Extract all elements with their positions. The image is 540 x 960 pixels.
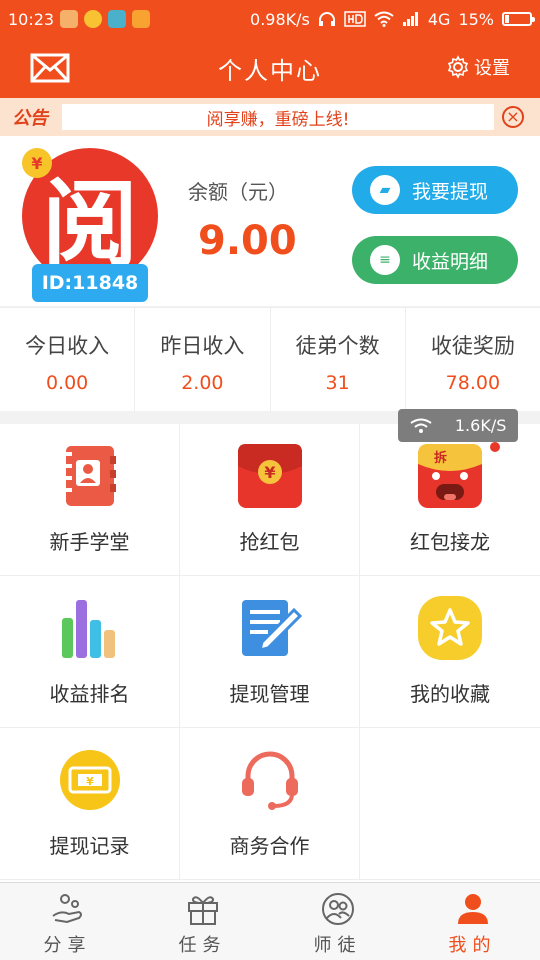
- bill-text: ¥: [86, 775, 94, 788]
- withdraw-label: 我要提现: [412, 180, 489, 203]
- cash-bill-icon: ¥: [54, 744, 126, 816]
- announcement-tag: 公告: [12, 108, 48, 129]
- people-icon: [320, 891, 356, 927]
- grid-item-withdraw-management[interactable]: 提现管理: [180, 576, 360, 728]
- app-notification-icon: [84, 10, 103, 28]
- bottom-nav: 分享 任务 师徒 我的: [0, 882, 540, 960]
- nav-item-share[interactable]: 分享: [0, 883, 135, 960]
- balance-label: 余额（元）: [188, 180, 288, 204]
- grid-item-my-favorites[interactable]: 我的收藏: [360, 576, 540, 728]
- notification-dot: [490, 442, 500, 452]
- bar-chart-icon: [54, 592, 126, 664]
- envelope-badge-text: 拆: [434, 450, 447, 466]
- envelope-coin: ¥: [264, 463, 275, 482]
- stat-value: 31: [325, 372, 350, 394]
- nav-label: 师徒: [313, 935, 362, 956]
- stat-label: 徒弟个数: [295, 334, 380, 358]
- status-bar: 10:23 0.98K/s 4G 15%: [0, 0, 540, 38]
- mail-icon: [30, 53, 70, 83]
- nav-label: 任务: [178, 935, 227, 956]
- red-envelope-face-icon: 拆: [414, 440, 486, 512]
- wifi-icon: [410, 418, 432, 433]
- withdraw-button[interactable]: ▰ 我要提现: [352, 166, 518, 214]
- grid-item-red-packet-relay[interactable]: 拆 红包接龙: [360, 424, 540, 576]
- income-detail-button[interactable]: ≡ 收益明细: [352, 236, 518, 284]
- battery-icon: [502, 12, 535, 26]
- red-envelope-icon: ¥: [234, 440, 306, 512]
- profile-card: 阅 ¥ ID:11848 余额（元） 9.00 ▰ 我要提现 ≡ 收益明细: [0, 136, 540, 306]
- feature-grid: 新手学堂 ¥ 抢红包 拆 红包接龙 收益排名 提现管理 我的收藏 ¥ 提现记录: [0, 424, 540, 882]
- notification-icon: [60, 10, 79, 28]
- headset-icon: [234, 744, 306, 816]
- gear-icon: [447, 55, 469, 79]
- speed-value: 1.6K/S: [454, 416, 507, 435]
- announcement-text: 阅享赚，重磅上线!: [206, 109, 350, 130]
- wifi-icon: [374, 11, 394, 27]
- network-speed-tooltip: 1.6K/S: [398, 409, 518, 442]
- scan-notification-icon: [108, 10, 127, 28]
- grid-item-grab-red-packet[interactable]: ¥ 抢红包: [180, 424, 360, 576]
- gift-icon: [185, 891, 221, 927]
- clock: 10:23: [8, 9, 55, 29]
- close-icon[interactable]: ×: [502, 106, 524, 128]
- stat-value: 0.00: [45, 372, 89, 394]
- header: 个人中心 设置: [0, 38, 540, 98]
- settings-button[interactable]: 设置: [446, 54, 510, 80]
- mail-button[interactable]: [30, 52, 70, 84]
- stat-value: 2.00: [181, 372, 224, 394]
- grid-item-business-cooperation[interactable]: 商务合作: [180, 728, 360, 880]
- notepad-pen-icon: [234, 592, 306, 664]
- grid-item-label: 新手学堂: [49, 530, 130, 554]
- wallet-icon: ▰: [370, 175, 400, 205]
- grid-item-label: 提现管理: [229, 682, 310, 706]
- settings-label: 设置: [474, 58, 510, 79]
- stat-label: 昨日收入: [160, 334, 245, 358]
- person-icon: [455, 891, 491, 927]
- grid-item-label: 提现记录: [49, 834, 130, 858]
- grid-item-withdraw-records[interactable]: ¥ 提现记录: [0, 728, 180, 880]
- coins-icon: ≡: [370, 245, 400, 275]
- grid-empty-cell: [360, 728, 540, 880]
- coin-icon: ¥: [22, 148, 52, 178]
- stat-value: 78.00: [445, 372, 501, 394]
- grid-item-label: 我的收藏: [410, 682, 490, 706]
- network-type: 4G: [427, 9, 451, 29]
- nav-label: 分享: [43, 935, 92, 956]
- nav-item-mine[interactable]: 我的: [405, 883, 540, 960]
- grid-item-label: 红包接龙: [410, 530, 490, 554]
- grid-item-label: 收益排名: [49, 682, 130, 706]
- grid-item-income-ranking[interactable]: 收益排名: [0, 576, 180, 728]
- stats-row: 今日收入 0.00 昨日收入 2.00 徒弟个数 31 收徒奖励 78.00: [0, 307, 540, 411]
- announcement-bar: 公告 阅享赚，重磅上线! ×: [0, 98, 540, 136]
- stat-yesterday-income[interactable]: 昨日收入 2.00: [135, 308, 271, 411]
- grid-item-label: 商务合作: [229, 834, 310, 858]
- income-detail-label: 收益明细: [412, 250, 489, 273]
- grid-item-newbie-school[interactable]: 新手学堂: [0, 424, 180, 576]
- announcement-text-box[interactable]: 阅享赚，重磅上线!: [62, 104, 494, 130]
- headphones-icon: [318, 12, 335, 26]
- stat-apprentice-reward[interactable]: 收徒奖励 78.00: [406, 308, 540, 411]
- hd-icon: [344, 11, 366, 27]
- nav-item-mentorship[interactable]: 师徒: [270, 883, 405, 960]
- share-icon: [50, 891, 86, 927]
- contact-book-icon: [54, 440, 126, 512]
- stat-label: 今日收入: [25, 334, 110, 358]
- star-icon: [414, 592, 486, 664]
- page-title: 个人中心: [218, 56, 322, 85]
- stat-apprentice-count[interactable]: 徒弟个数 31: [271, 308, 406, 411]
- game-notification-icon: [132, 10, 151, 28]
- battery-percent: 15%: [458, 9, 494, 29]
- stat-label: 收徒奖励: [430, 334, 515, 358]
- stat-today-income[interactable]: 今日收入 0.00: [0, 308, 136, 411]
- grid-item-label: 抢红包: [239, 530, 300, 554]
- balance-value: 9.00: [198, 218, 297, 264]
- network-speed: 0.98K/s: [250, 9, 310, 29]
- user-id-badge: ID:11848: [32, 264, 148, 302]
- nav-item-tasks[interactable]: 任务: [135, 883, 270, 960]
- nav-label: 我的: [448, 935, 497, 956]
- signal-icon: [402, 12, 418, 26]
